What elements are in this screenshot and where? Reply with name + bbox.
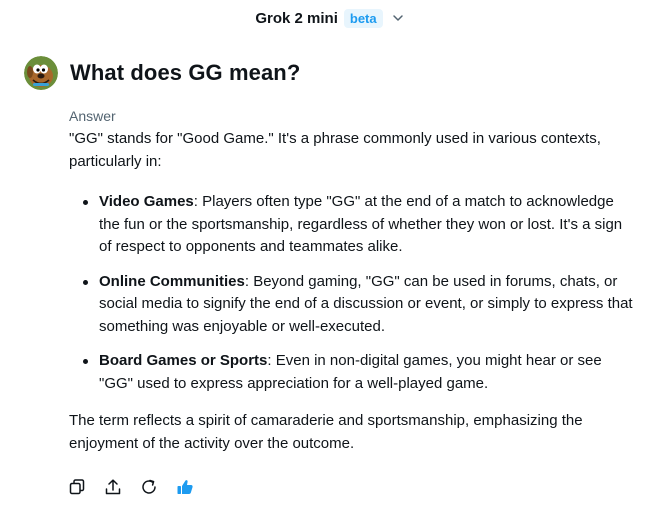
regenerate-icon[interactable] xyxy=(138,476,160,498)
list-item-title: Online Communities xyxy=(99,272,245,290)
action-bar xyxy=(66,476,196,498)
share-icon[interactable] xyxy=(102,476,124,498)
answer-block: Answer "GG" stands for "Good Game." It's… xyxy=(69,106,637,455)
thumbs-up-icon[interactable] xyxy=(174,476,196,498)
question-title: What does GG mean? xyxy=(70,60,301,85)
list-item-title: Board Games or Sports xyxy=(99,352,268,369)
question-row: What does GG mean? xyxy=(24,56,300,90)
bullet-icon xyxy=(83,279,88,285)
answer-label: Answer xyxy=(69,108,116,124)
list-item: Board Games or Sports: Even in non-digit… xyxy=(69,350,637,395)
copy-icon[interactable] xyxy=(66,476,88,498)
chevron-down-icon[interactable] xyxy=(391,11,405,25)
list-item: Online Communities: Beyond gaming, "GG" … xyxy=(69,271,637,339)
list-item: Video Games: Players often type "GG" at … xyxy=(69,191,637,259)
model-badge: beta xyxy=(343,8,383,28)
model-name: Grok 2 mini xyxy=(255,9,338,27)
avatar[interactable] xyxy=(24,56,58,90)
answer-closing: The term reflects a spirit of camaraderi… xyxy=(69,412,583,452)
answer-intro: "GG" stands for "Good Game." It's a phra… xyxy=(69,130,601,170)
model-selector[interactable]: Grok 2 mini beta xyxy=(0,6,660,30)
bullet-icon xyxy=(83,200,88,205)
bullet-icon xyxy=(83,359,88,364)
answer-list: Video Games: Players often type "GG" at … xyxy=(69,191,637,395)
list-item-title: Video Games xyxy=(99,193,194,210)
